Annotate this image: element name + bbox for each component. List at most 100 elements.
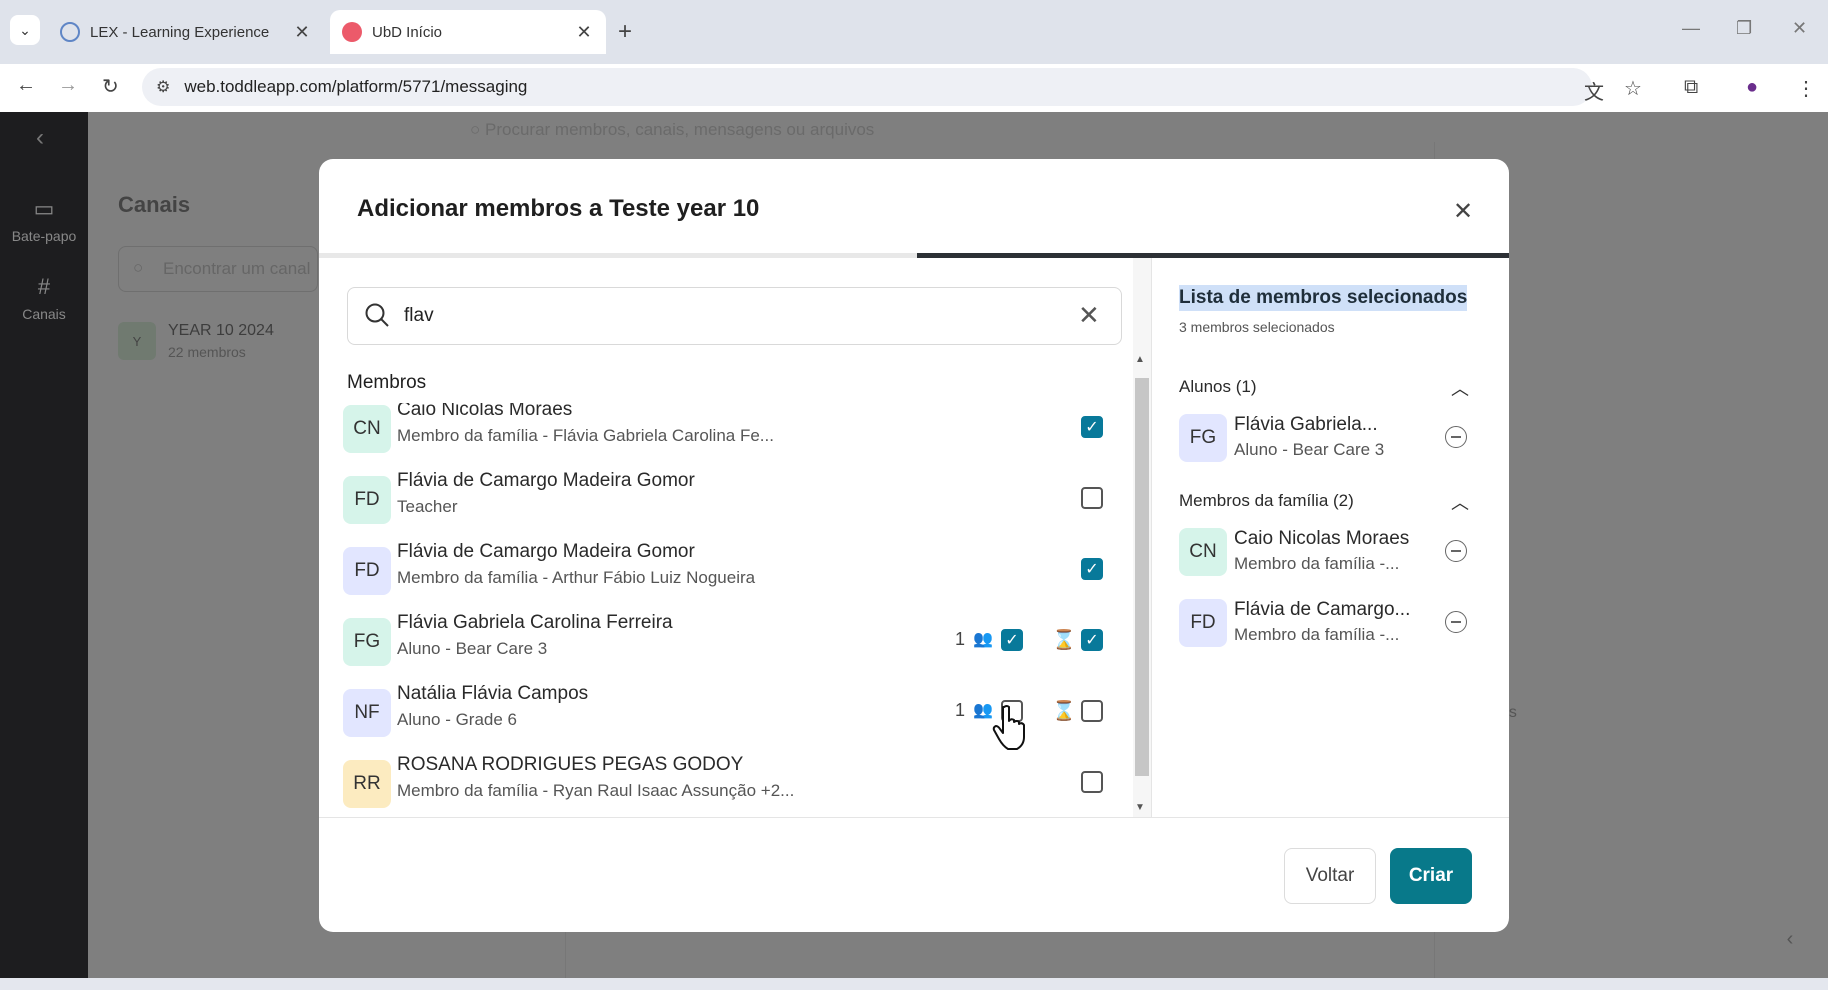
browser-toolbar: ← → ↻ ⚙ web.toddleapp.com/platform/5771/…	[0, 64, 1828, 112]
member-row[interactable]: RR ROSANA RODRIGUES PEGAS GODOY Membro d…	[319, 750, 1127, 818]
search-icon: ○	[133, 258, 144, 277]
translate-icon[interactable]: 文	[1584, 76, 1604, 105]
selected-count: 3 membros selecionados	[1179, 319, 1335, 335]
guardian-count: 1	[955, 629, 966, 649]
remove-icon[interactable]	[1445, 540, 1467, 562]
browser-tab[interactable]: LEX - Learning Experience ✕	[48, 10, 324, 54]
avatar: FD	[343, 476, 391, 524]
member-name: Caio Nicolas Moraes	[1234, 528, 1410, 549]
create-button[interactable]: Criar	[1390, 848, 1472, 904]
close-icon[interactable]: ✕	[1447, 195, 1479, 227]
forward-icon[interactable]: →	[58, 74, 78, 97]
member-row[interactable]: FD Flávia de Camargo Madeira Gomor Membr…	[319, 537, 1127, 608]
footer-divider	[319, 817, 1509, 818]
checkmark-icon: ✓	[1005, 632, 1019, 649]
site-info-icon[interactable]: ⚙	[156, 77, 170, 97]
channel-avatar: Y	[118, 322, 156, 360]
collapse-nav-icon[interactable]: ‹	[36, 124, 44, 152]
avatar: CN	[1179, 528, 1227, 576]
select-checkbox[interactable]: ✓	[1081, 416, 1103, 438]
chevron-up-icon[interactable]: ︿	[1451, 489, 1469, 515]
member-row[interactable]: FG Flávia Gabriela Carolina Ferreira Alu…	[319, 608, 1127, 679]
address-bar[interactable]: ⚙ web.toddleapp.com/platform/5771/messag…	[142, 68, 1592, 106]
close-tab-icon[interactable]: ✕	[292, 22, 312, 43]
scrollbar-thumb[interactable]	[1135, 378, 1149, 776]
include-parents-checkbox[interactable]: ✓	[1001, 629, 1023, 651]
selected-members-pane: Lista de membros selecionados 3 membros …	[1179, 258, 1489, 818]
select-checkbox[interactable]	[1081, 487, 1103, 509]
avatar: RR	[343, 760, 391, 808]
select-checkbox[interactable]: ✓	[1081, 629, 1103, 651]
scroll-down-icon[interactable]: ▼	[1135, 802, 1145, 813]
add-members-modal: Adicionar membros a Teste year 10 ✕ flav…	[319, 159, 1509, 932]
hourglass-icon: ⌛	[1052, 701, 1076, 722]
group-header-family[interactable]: Membros da família (2) ︿	[1179, 491, 1469, 513]
checkmark-icon: ✓	[1085, 419, 1099, 436]
remove-icon[interactable]	[1445, 426, 1467, 448]
restore-icon[interactable]: ❐	[1736, 18, 1752, 39]
hash-icon: #	[37, 274, 51, 299]
member-search-input[interactable]: flav ✕	[347, 287, 1122, 345]
close-tab-icon[interactable]: ✕	[574, 22, 594, 43]
member-row[interactable]: FD Flávia de Camargo Madeira Gomor Teach…	[319, 466, 1127, 537]
guardian-count: 1	[955, 700, 966, 720]
hand-cursor-icon	[992, 705, 1025, 750]
left-nav: ‹ ▭ Bate-papo # Canais	[0, 112, 88, 978]
selected-list-title: Lista de membros selecionados	[1179, 285, 1468, 311]
select-checkbox[interactable]: ✓	[1081, 558, 1103, 580]
new-tab-icon[interactable]: +	[618, 18, 632, 46]
chevron-up-icon[interactable]: ︿	[1451, 375, 1469, 401]
guardians-icon: 👥	[973, 702, 993, 719]
member-row[interactable]: CN Caio Nicolas Moraes Membro da família…	[319, 403, 1127, 466]
url-text: web.toddleapp.com/platform/5771/messagin…	[184, 77, 528, 96]
modal-title: Adicionar membros a Teste year 10	[357, 195, 760, 222]
hourglass-icon: ⌛	[1052, 630, 1076, 651]
find-channel-input[interactable]: ○ Encontrar um canal	[118, 246, 318, 292]
select-checkbox[interactable]	[1081, 700, 1103, 722]
clear-search-icon[interactable]: ✕	[1078, 300, 1100, 331]
channel-name: YEAR 10 2024	[168, 322, 274, 339]
guardians-icon: 👥	[973, 631, 993, 648]
bookmark-star-icon[interactable]: ☆	[1624, 76, 1642, 101]
selected-member: FG Flávia Gabriela... Aluno - Bear Care …	[1179, 414, 1479, 474]
member-subtitle: Aluno - Bear Care 3	[397, 639, 548, 658]
member-subtitle: Membro da família - Flávia Gabriela Caro…	[397, 426, 774, 445]
collapse-panel-icon[interactable]: ‹	[1770, 914, 1810, 964]
search-icon: ○	[470, 120, 481, 139]
member-subtitle: Membro da família - Arthur Fábio Luiz No…	[397, 568, 756, 587]
minimize-icon[interactable]: —	[1682, 18, 1700, 39]
tab-search-dropdown[interactable]: ⌄	[10, 15, 40, 45]
channel-count: 22 membros	[168, 344, 246, 360]
global-search[interactable]: ○ Procurar membros, canais, mensagens ou…	[470, 120, 874, 140]
nav-channels[interactable]: # Canais	[0, 274, 88, 322]
member-subtitle: Teacher	[397, 497, 458, 516]
avatar: FG	[1179, 414, 1227, 462]
member-name: Caio Nicolas Moraes	[397, 403, 573, 420]
avatar: FD	[343, 547, 391, 595]
avatar: FD	[1179, 599, 1227, 647]
close-window-icon[interactable]: ✕	[1792, 18, 1807, 39]
member-subtitle: Membro da família -...	[1234, 625, 1400, 644]
nav-chat[interactable]: ▭ Bate-papo	[0, 196, 88, 244]
bottom-strip	[0, 978, 1828, 990]
remove-icon[interactable]	[1445, 611, 1467, 633]
member-name: ROSANA RODRIGUES PEGAS GODOY	[397, 754, 744, 775]
member-subtitle: Aluno - Grade 6	[397, 710, 518, 729]
browser-tab-active[interactable]: UbD Início ✕	[330, 10, 606, 54]
selected-member: CN Caio Nicolas Moraes Membro da família…	[1179, 528, 1479, 588]
lex-favicon-icon	[60, 22, 80, 42]
profile-icon[interactable]: ●	[1746, 76, 1758, 99]
group-header-students[interactable]: Alunos (1) ︿	[1179, 377, 1469, 399]
toddle-favicon-icon	[342, 22, 362, 42]
member-subtitle: Aluno - Bear Care 3	[1234, 440, 1385, 459]
divider	[565, 932, 566, 978]
browser-menu-icon[interactable]: ⋮	[1796, 76, 1816, 101]
chat-icon: ▭	[33, 196, 55, 221]
select-checkbox[interactable]	[1081, 771, 1103, 793]
scroll-up-icon[interactable]: ▲	[1135, 354, 1145, 365]
member-subtitle: Membro da família - Ryan Raul Isaac Assu…	[397, 781, 795, 800]
reload-icon[interactable]: ↻	[102, 74, 119, 99]
back-icon[interactable]: ←	[16, 74, 36, 97]
back-button[interactable]: Voltar	[1284, 848, 1376, 904]
extensions-icon[interactable]: ⧉	[1684, 76, 1698, 99]
